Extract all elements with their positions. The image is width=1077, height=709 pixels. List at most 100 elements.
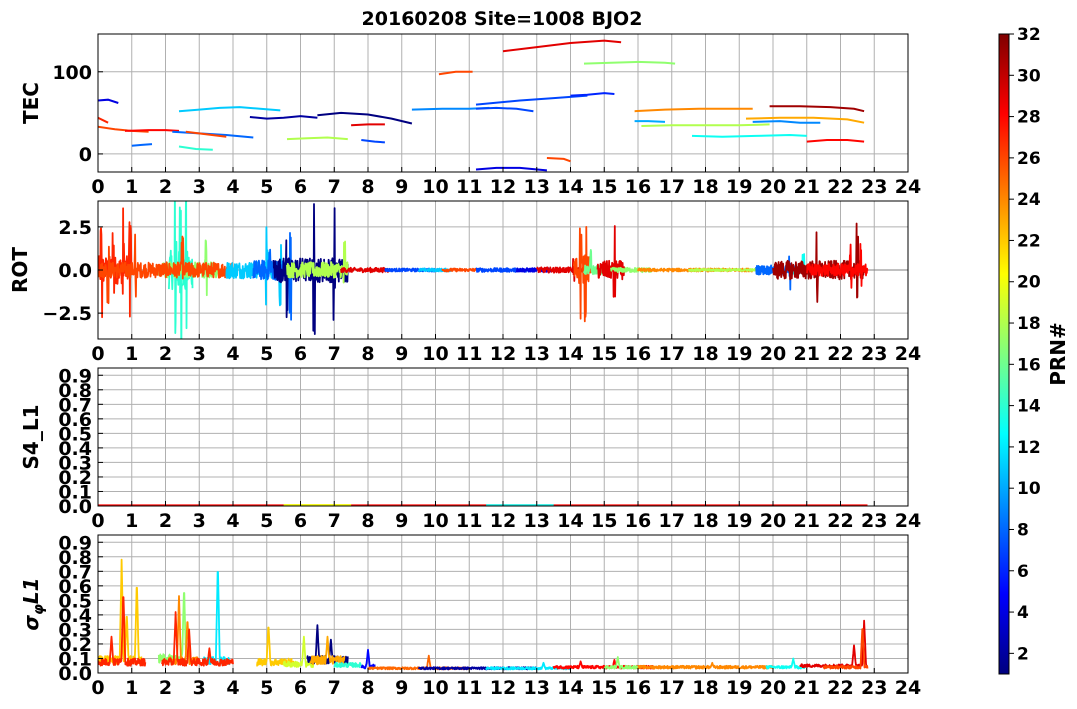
y-axis-label: S4_L1 xyxy=(19,405,43,470)
x-tick-label: 12 xyxy=(490,677,516,699)
x-tick-label: 20 xyxy=(760,343,786,365)
x-tick-label: 18 xyxy=(692,343,718,365)
colorbar: 2468101214161820222426283032PRN# xyxy=(998,25,1070,675)
x-tick-label: 7 xyxy=(328,677,341,699)
x-tick-label: 2 xyxy=(159,343,172,365)
series-line-prn-22 xyxy=(256,626,295,667)
colorbar-tick-label: 12 xyxy=(1017,438,1041,458)
x-tick-label: 17 xyxy=(659,510,685,532)
x-tick-label: 3 xyxy=(193,510,206,532)
x-tick-label: 22 xyxy=(827,510,853,532)
x-tick-label: 10 xyxy=(422,343,448,365)
x-tick-label: 9 xyxy=(395,176,408,198)
series-line-prn-7 xyxy=(361,139,385,144)
colorbar-tick-label: 18 xyxy=(1017,314,1041,334)
series-group xyxy=(98,201,869,339)
x-tick-label: 11 xyxy=(456,343,482,365)
x-tick-label: 13 xyxy=(524,677,550,699)
x-tick-label: 12 xyxy=(490,510,516,532)
series-line-prn-7 xyxy=(475,106,534,113)
series-line-prn-29 xyxy=(502,39,622,53)
x-tick-label: 15 xyxy=(591,343,617,365)
x-tick-label: 16 xyxy=(625,677,651,699)
series-line-prn-9 xyxy=(752,120,821,124)
x-tick-label: 18 xyxy=(692,677,718,699)
y-axis-label: TEC xyxy=(19,82,43,124)
series-line-prn-29 xyxy=(340,266,390,274)
x-tick-label: 22 xyxy=(827,343,853,365)
x-tick-label: 1 xyxy=(125,677,138,699)
x-tick-label: 6 xyxy=(294,343,307,365)
x-tick-label: 2 xyxy=(159,176,172,198)
series-line-prn-27 xyxy=(98,207,133,319)
colorbar-tick-label: 8 xyxy=(1017,520,1029,540)
panel-sigma: 0 1 2 3 4 5 6 7 8 9 10 11 12 13 14 15 16 17 18 19 20 21 22 23 24… xyxy=(19,532,921,699)
y-tick-label: 0.9 xyxy=(58,532,92,554)
x-tick-label: 18 xyxy=(692,176,718,198)
colorbar-tick-label: 26 xyxy=(1017,149,1041,169)
x-tick-label: 9 xyxy=(395,510,408,532)
x-tick-label: 8 xyxy=(361,677,374,699)
series-line-prn-11 xyxy=(178,106,281,113)
x-tick-label: 7 xyxy=(328,176,341,198)
x-tick-label: 7 xyxy=(328,510,341,532)
series-line-prn-31 xyxy=(769,105,865,113)
series-line-prn-1 xyxy=(317,111,413,125)
x-tick-label: 15 xyxy=(591,510,617,532)
x-tick-label: 20 xyxy=(760,510,786,532)
x-tick-label: 12 xyxy=(490,343,516,365)
x-tick-label: 10 xyxy=(422,677,448,699)
x-tick-label: 16 xyxy=(625,510,651,532)
y-tick-label: 0.0 xyxy=(58,260,92,282)
x-tick-label: 22 xyxy=(827,176,853,198)
x-tick-label: 8 xyxy=(361,343,374,365)
colorbar-tick-label: 2 xyxy=(1017,644,1029,664)
x-tick-label: 5 xyxy=(260,176,273,198)
x-tick-label: 23 xyxy=(861,510,887,532)
y-tick-label: −2.5 xyxy=(42,303,92,325)
y-axis-label-phi: φ xyxy=(31,604,47,615)
x-tick-label: 0 xyxy=(91,677,104,699)
series-line-prn-8 xyxy=(131,143,153,147)
x-tick-label: 13 xyxy=(524,176,550,198)
colorbar-tick-label: 20 xyxy=(1017,273,1041,293)
panels: 0 1 2 3 4 5 6 7 8 9 10 11 12 13 14 15 16 17 18 19 20 21 22 23 24… xyxy=(8,33,921,699)
x-tick-label: 16 xyxy=(625,176,651,198)
x-tick-label: 13 xyxy=(524,510,550,532)
x-tick-label: 5 xyxy=(260,343,273,365)
x-tick-label: 5 xyxy=(260,510,273,532)
x-tick-label: 14 xyxy=(557,510,583,532)
x-tick-label: 19 xyxy=(726,176,752,198)
x-tick-label: 15 xyxy=(591,677,617,699)
y-tick-label: 0.9 xyxy=(58,365,92,387)
colorbar-tick-label: 28 xyxy=(1017,108,1041,128)
x-tick-label: 10 xyxy=(422,510,448,532)
x-tick-label: 20 xyxy=(760,176,786,198)
figure-title: 20160208 Site=1008 BJO2 xyxy=(362,8,643,30)
panel-rot: 0 1 2 3 4 5 6 7 8 9 10 11 12 13 14 15 16 17 18 19 20 21 22 23 24… xyxy=(8,200,921,365)
x-tick-label: 0 xyxy=(91,176,104,198)
series-line-prn-10 xyxy=(634,120,666,123)
x-tick-label: 23 xyxy=(861,343,887,365)
x-tick-label: 8 xyxy=(361,510,374,532)
x-tick-label: 5 xyxy=(260,677,273,699)
y-tick-label: 0 xyxy=(79,144,92,166)
y-axis-label: ROT xyxy=(8,247,32,293)
x-tick-label: 6 xyxy=(294,677,307,699)
x-tick-label: 24 xyxy=(895,510,921,532)
x-tick-label: 21 xyxy=(794,343,820,365)
series-line-prn-18 xyxy=(641,123,770,127)
colorbar-tick-label: 14 xyxy=(1017,397,1041,417)
x-tick-label: 0 xyxy=(91,343,104,365)
x-tick-label: 21 xyxy=(794,677,820,699)
colorbar-tick-label: 30 xyxy=(1017,66,1041,86)
x-tick-label: 7 xyxy=(328,343,341,365)
x-tick-label: 24 xyxy=(895,677,921,699)
series-line-prn-26 xyxy=(546,157,571,163)
x-tick-label: 6 xyxy=(294,510,307,532)
x-tick-label: 17 xyxy=(659,176,685,198)
x-tick-label: 0 xyxy=(91,510,104,532)
colorbar-label: PRN# xyxy=(1046,322,1070,386)
figure: 20160208 Site=1008 BJO2 0 1 2 3 4 5 6 7 8 9 10 11 12… xyxy=(8,8,1070,699)
x-tick-label: 19 xyxy=(726,343,752,365)
